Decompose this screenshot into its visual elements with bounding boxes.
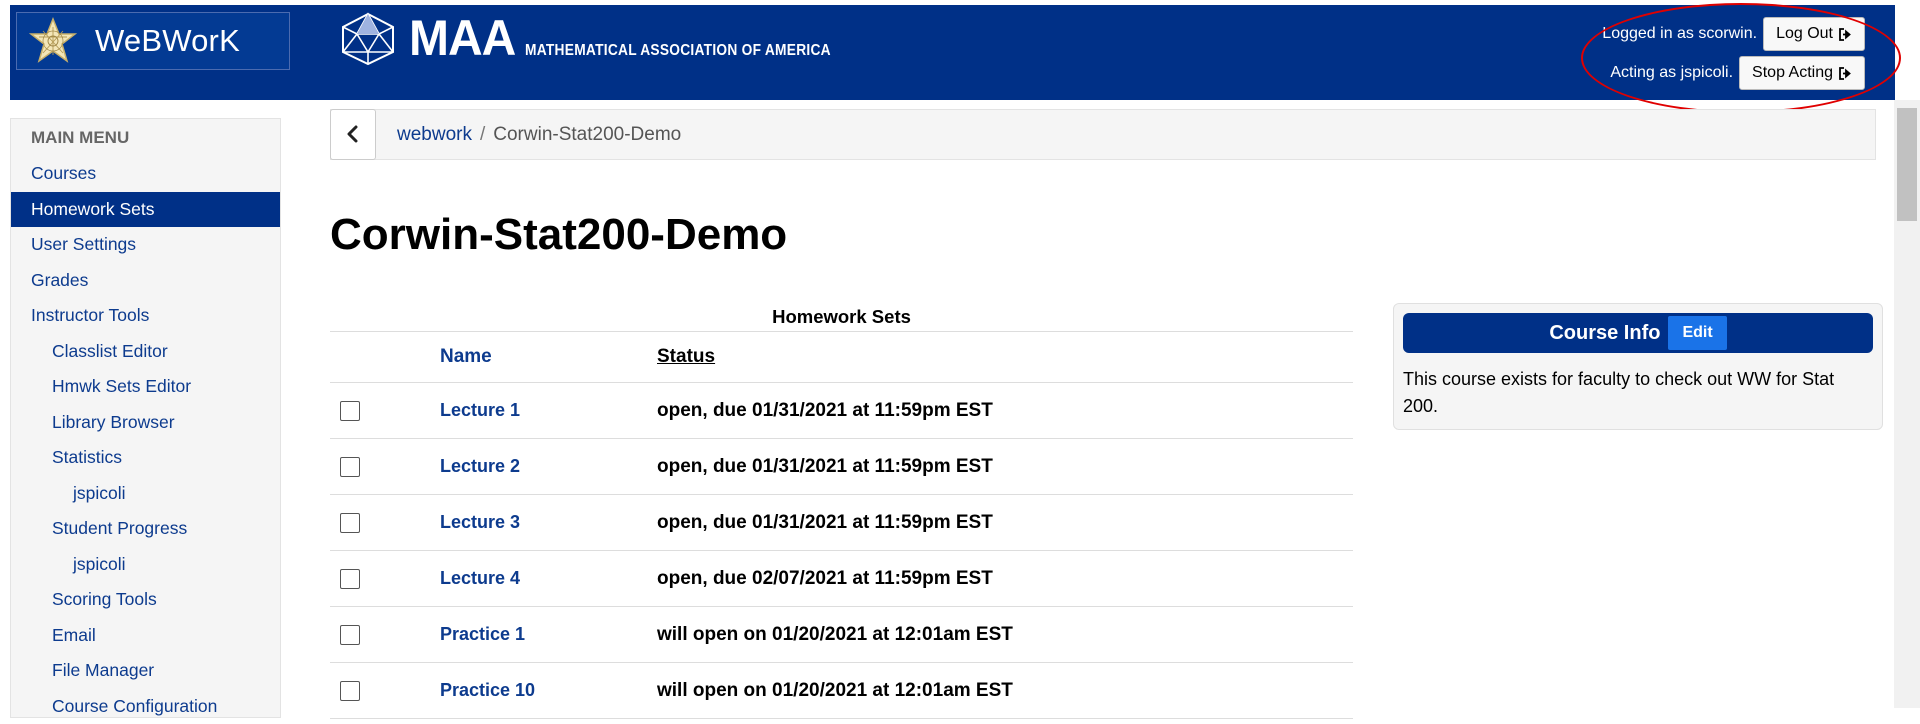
sidebar-item-classlist-editor[interactable]: Classlist Editor	[11, 334, 280, 370]
set-name-link[interactable]: Practice 1	[440, 624, 657, 645]
set-status: open, due 01/31/2021 at 11:59pm EST	[657, 400, 1353, 422]
sidebar-item-homework-sets[interactable]: Homework Sets	[11, 192, 280, 228]
breadcrumb-current: Corwin-Stat200-Demo	[493, 124, 681, 146]
sidebar-item-courses[interactable]: Courses	[11, 156, 280, 192]
set-name-link[interactable]: Lecture 4	[440, 568, 657, 589]
course-info-text: This course exists for faculty to check …	[1403, 366, 1873, 420]
set-name-link[interactable]: Lecture 1	[440, 400, 657, 421]
set-status: open, due 01/31/2021 at 11:59pm EST	[657, 456, 1353, 478]
back-button[interactable]	[330, 109, 376, 160]
maa-logo: MAA MATHEMATICAL ASSOCIATION OF AMERICA	[337, 11, 881, 66]
acting-as-text: Acting as jspicoli.	[1610, 64, 1733, 82]
table-row: Lecture 3open, due 01/31/2021 at 11:59pm…	[330, 495, 1353, 551]
log-out-label: Log Out	[1776, 25, 1833, 43]
sidebar-item-jspicoli[interactable]: jspicoli	[11, 476, 280, 512]
set-name-link[interactable]: Lecture 2	[440, 456, 657, 477]
row-select-cell	[330, 457, 440, 477]
row-select-cell	[330, 513, 440, 533]
main-menu-heading: MAIN MENU	[11, 119, 280, 156]
sign-out-icon	[1839, 28, 1852, 41]
log-out-button[interactable]: Log Out	[1763, 17, 1865, 51]
webwork-brand-link[interactable]: WeBWorK	[16, 12, 290, 70]
status-column-header[interactable]: Status	[657, 346, 1353, 368]
stop-acting-button[interactable]: Stop Acting	[1739, 56, 1865, 90]
set-name-link[interactable]: Lecture 3	[440, 512, 657, 533]
menu-list: CoursesHomework SetsUser SettingsGradesI…	[11, 156, 280, 724]
webwork-star-logo-icon	[29, 17, 77, 65]
row-select-cell	[330, 625, 440, 645]
table-row: Practice 10will open on 01/20/2021 at 12…	[330, 663, 1353, 719]
breadcrumb-webwork-link[interactable]: webwork	[397, 124, 472, 146]
set-status: open, due 02/07/2021 at 11:59pm EST	[657, 568, 1353, 590]
sidebar-item-library-browser[interactable]: Library Browser	[11, 405, 280, 441]
table-row: Lecture 1open, due 01/31/2021 at 11:59pm…	[330, 383, 1353, 439]
table-header-row: Name Status	[330, 332, 1353, 383]
course-info-edit-button[interactable]: Edit	[1668, 316, 1726, 350]
course-info-title: Course Info	[1549, 322, 1660, 345]
set-status: open, due 01/31/2021 at 11:59pm EST	[657, 512, 1353, 534]
logged-in-row: Logged in as scorwin. Log Out	[1602, 17, 1865, 51]
page-title: Corwin-Stat200-Demo	[330, 210, 787, 260]
set-name-link[interactable]: Practice 10	[440, 680, 657, 701]
row-select-cell	[330, 569, 440, 589]
maa-full-name: MATHEMATICAL ASSOCIATION OF AMERICA	[525, 42, 831, 60]
scrollbar-thumb[interactable]	[1897, 108, 1917, 221]
sidebar-item-email[interactable]: Email	[11, 618, 280, 654]
homework-sets-table: Homework Sets Name Status Lecture 1open,…	[330, 300, 1353, 719]
breadcrumb-separator: /	[480, 124, 485, 146]
row-select-checkbox[interactable]	[340, 625, 360, 645]
user-status-area: Logged in as scorwin. Log Out Acting as …	[1425, 5, 1895, 105]
course-info-panel: Course Info Edit This course exists for …	[1393, 303, 1883, 430]
sidebar-item-scoring-tools[interactable]: Scoring Tools	[11, 582, 280, 618]
sidebar-item-file-manager[interactable]: File Manager	[11, 653, 280, 689]
name-column-header[interactable]: Name	[440, 346, 657, 368]
row-select-cell	[330, 681, 440, 701]
main-menu-sidebar: MAIN MENU CoursesHomework SetsUser Setti…	[10, 118, 281, 718]
acting-as-row: Acting as jspicoli. Stop Acting	[1610, 56, 1865, 90]
sign-out-icon	[1839, 67, 1852, 80]
course-info-header: Course Info Edit	[1403, 313, 1873, 353]
table-row: Lecture 4open, due 02/07/2021 at 11:59pm…	[330, 551, 1353, 607]
row-select-checkbox[interactable]	[340, 401, 360, 421]
row-select-checkbox[interactable]	[340, 513, 360, 533]
row-select-checkbox[interactable]	[340, 569, 360, 589]
logged-in-text: Logged in as scorwin.	[1602, 25, 1757, 43]
maa-word: MAA	[409, 10, 515, 68]
brand-name: WeBWorK	[95, 23, 240, 59]
chevron-left-icon	[346, 125, 360, 143]
sidebar-item-course-configuration[interactable]: Course Configuration	[11, 689, 280, 724]
sidebar-item-hmwk-sets-editor[interactable]: Hmwk Sets Editor	[11, 369, 280, 405]
breadcrumb: webwork / Corwin-Stat200-Demo	[330, 109, 1876, 160]
table-row: Lecture 2open, due 01/31/2021 at 11:59pm…	[330, 439, 1353, 495]
top-header: WeBWorK MAA MATHEMATICAL ASSOCIATION OF …	[10, 5, 1895, 100]
sidebar-item-instructor-tools[interactable]: Instructor Tools	[11, 298, 280, 334]
row-select-checkbox[interactable]	[340, 681, 360, 701]
sidebar-item-statistics[interactable]: Statistics	[11, 440, 280, 476]
sidebar-item-jspicoli[interactable]: jspicoli	[11, 547, 280, 583]
table-caption: Homework Sets	[330, 300, 1353, 332]
stop-acting-label: Stop Acting	[1752, 64, 1833, 82]
table-body: Lecture 1open, due 01/31/2021 at 11:59pm…	[330, 383, 1353, 719]
maa-icosahedron-icon	[337, 12, 399, 66]
row-select-cell	[330, 401, 440, 421]
page-scrollbar[interactable]	[1894, 100, 1920, 708]
row-select-checkbox[interactable]	[340, 457, 360, 477]
table-row: Practice 1will open on 01/20/2021 at 12:…	[330, 607, 1353, 663]
sidebar-item-user-settings[interactable]: User Settings	[11, 227, 280, 263]
set-status: will open on 01/20/2021 at 12:01am EST	[657, 680, 1353, 702]
sidebar-item-grades[interactable]: Grades	[11, 263, 280, 299]
sidebar-item-student-progress[interactable]: Student Progress	[11, 511, 280, 547]
set-status: will open on 01/20/2021 at 12:01am EST	[657, 624, 1353, 646]
